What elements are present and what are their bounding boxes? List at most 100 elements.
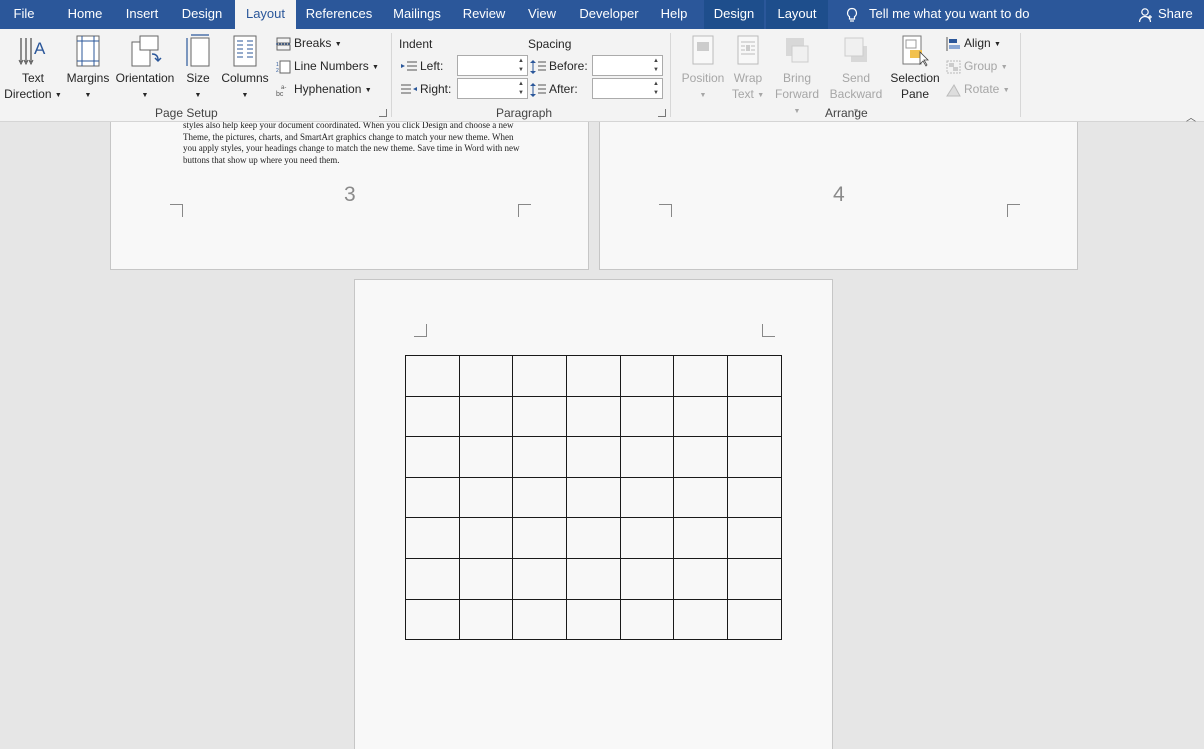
tab-review[interactable]: Review <box>458 0 510 29</box>
hyphenation-button[interactable]: a-bc Hyphenation ▼ <box>276 79 372 99</box>
document-area[interactable]: Click Insert and then choose the element… <box>0 122 1204 749</box>
tab-help[interactable]: Help <box>654 0 694 29</box>
table-cell[interactable] <box>619 395 675 438</box>
tab-table-design[interactable]: Design <box>704 0 764 29</box>
table-cell[interactable] <box>512 476 568 519</box>
page-number: 4 <box>833 183 845 206</box>
table-cell[interactable] <box>566 355 621 397</box>
table-cell[interactable] <box>727 598 782 641</box>
spin-up-icon[interactable]: ▲ <box>653 81 659 88</box>
table-cell[interactable] <box>619 355 675 397</box>
position-button[interactable]: Position ▼ <box>677 34 729 105</box>
table-cell[interactable] <box>512 557 568 600</box>
table-cell[interactable] <box>458 355 514 397</box>
table-cell[interactable] <box>619 436 675 478</box>
spin-up-icon[interactable]: ▲ <box>518 58 524 65</box>
margins-button[interactable]: Margins ▼ <box>64 34 112 105</box>
page-4[interactable]: 4 <box>599 122 1078 270</box>
page-3[interactable]: Click Insert and then choose the element… <box>110 122 589 270</box>
table-cell[interactable] <box>458 395 514 438</box>
table-cell[interactable] <box>566 395 621 438</box>
table-cell[interactable] <box>458 557 514 600</box>
columns-button[interactable]: Columns ▼ <box>218 34 272 105</box>
table-cell[interactable] <box>458 436 514 478</box>
group-button[interactable]: Group ▼ <box>946 56 1008 76</box>
tab-home[interactable]: Home <box>57 0 113 29</box>
tab-layout[interactable]: Layout <box>235 0 296 29</box>
tab-file[interactable]: File <box>0 0 48 29</box>
table-cell[interactable] <box>405 395 460 438</box>
spin-down-icon[interactable]: ▼ <box>653 67 659 74</box>
tab-view[interactable]: View <box>522 0 562 29</box>
table-cell[interactable] <box>673 557 729 600</box>
spin-down-icon[interactable]: ▼ <box>518 67 524 74</box>
table-cell[interactable] <box>566 436 621 478</box>
table-cell[interactable] <box>673 598 729 641</box>
indent-right-input[interactable]: ▲ ▼ <box>457 78 528 99</box>
spacing-before-input[interactable]: ▲ ▼ <box>592 55 663 76</box>
table-cell[interactable] <box>405 557 460 600</box>
line-numbers-button[interactable]: 1 2 Line Numbers ▼ <box>276 56 379 76</box>
tab-insert[interactable]: Insert <box>118 0 166 29</box>
table-cell[interactable] <box>727 355 782 397</box>
table-cell[interactable] <box>458 476 514 519</box>
table-cell[interactable] <box>458 598 514 641</box>
table-cell[interactable] <box>673 395 729 438</box>
page-3-body-text[interactable]: Click Insert and then choose the element… <box>183 122 523 166</box>
table-cell[interactable] <box>619 598 675 641</box>
table-cell[interactable] <box>566 557 621 600</box>
bring-forward-button[interactable]: Bring Forward ▼ <box>770 34 824 121</box>
text-direction-button[interactable]: A Text Direction ▼ <box>3 34 63 105</box>
table-cell[interactable] <box>512 355 568 397</box>
table-cell[interactable] <box>566 598 621 641</box>
table-cell[interactable] <box>727 557 782 600</box>
align-button[interactable]: Align ▼ <box>946 33 1001 53</box>
spin-down-icon[interactable]: ▼ <box>653 90 659 97</box>
document-table[interactable] <box>405 355 782 641</box>
table-cell[interactable] <box>512 436 568 478</box>
tab-developer[interactable]: Developer <box>574 0 644 29</box>
table-cell[interactable] <box>512 598 568 641</box>
share-button[interactable]: Share <box>1138 0 1193 29</box>
paragraph-dialog-launcher[interactable] <box>658 109 666 117</box>
table-cell[interactable] <box>673 476 729 519</box>
tab-design[interactable]: Design <box>176 0 228 29</box>
spin-up-icon[interactable]: ▲ <box>518 81 524 88</box>
table-cell[interactable] <box>619 476 675 519</box>
table-cell[interactable] <box>405 476 460 519</box>
page-setup-dialog-launcher[interactable] <box>379 109 387 117</box>
table-cell[interactable] <box>566 517 621 559</box>
table-cell[interactable] <box>512 395 568 438</box>
spin-up-icon[interactable]: ▲ <box>653 58 659 65</box>
table-cell[interactable] <box>727 436 782 478</box>
table-cell[interactable] <box>673 517 729 559</box>
table-cell[interactable] <box>673 355 729 397</box>
selection-pane-button[interactable]: Selection Pane <box>888 34 942 102</box>
spin-down-icon[interactable]: ▼ <box>518 90 524 97</box>
table-cell[interactable] <box>566 476 621 519</box>
table-cell[interactable] <box>405 517 460 559</box>
tell-me-search[interactable]: Tell me what you want to do <box>845 0 1029 29</box>
tab-mailings[interactable]: Mailings <box>387 0 447 29</box>
tab-references[interactable]: References <box>302 0 376 29</box>
table-cell[interactable] <box>673 436 729 478</box>
page-5[interactable] <box>354 279 833 749</box>
table-cell[interactable] <box>405 355 460 397</box>
table-cell[interactable] <box>512 517 568 559</box>
rotate-button[interactable]: Rotate ▼ <box>946 79 1010 99</box>
tab-table-layout[interactable]: Layout <box>766 0 828 29</box>
orientation-button[interactable]: Orientation ▼ <box>112 34 178 105</box>
table-cell[interactable] <box>727 395 782 438</box>
table-cell[interactable] <box>619 517 675 559</box>
table-cell[interactable] <box>727 517 782 559</box>
table-cell[interactable] <box>619 557 675 600</box>
wrap-text-button[interactable]: Wrap Text ▼ <box>729 34 767 105</box>
indent-left-input[interactable]: ▲ ▼ <box>457 55 528 76</box>
size-button[interactable]: Size ▼ <box>182 34 214 105</box>
table-cell[interactable] <box>405 436 460 478</box>
breaks-button[interactable]: Breaks ▼ <box>276 33 342 53</box>
table-cell[interactable] <box>405 598 460 641</box>
table-cell[interactable] <box>727 476 782 519</box>
table-cell[interactable] <box>458 517 514 559</box>
spacing-after-input[interactable]: ▲ ▼ <box>592 78 663 99</box>
